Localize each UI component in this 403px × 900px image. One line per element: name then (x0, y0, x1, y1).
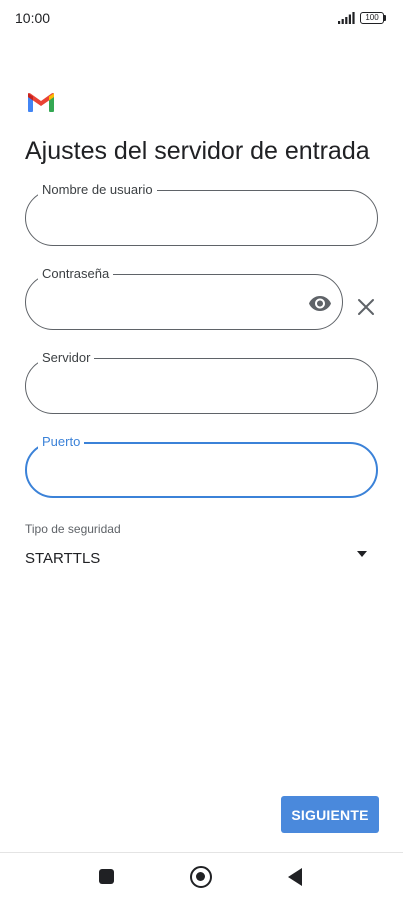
eye-icon[interactable] (308, 291, 332, 315)
username-label: Nombre de usuario (38, 182, 157, 197)
server-label: Servidor (38, 350, 95, 365)
next-button[interactable]: SIGUIENTE (281, 796, 379, 833)
username-input[interactable] (42, 207, 327, 231)
password-field[interactable]: Contraseña (25, 266, 343, 330)
navigation-bar (0, 852, 403, 900)
port-field[interactable]: Puerto (25, 434, 378, 498)
server-field[interactable]: Servidor (25, 350, 378, 414)
signal-icon (338, 12, 355, 24)
security-type-value: STARTTLS (25, 550, 101, 567)
home-icon[interactable] (190, 866, 212, 888)
password-input[interactable] (42, 291, 292, 315)
security-type-label: Tipo de seguridad (25, 522, 121, 536)
server-input[interactable] (42, 375, 327, 399)
gmail-logo-icon (28, 92, 54, 112)
security-type-dropdown[interactable]: STARTTLS (25, 545, 375, 573)
port-input[interactable] (43, 460, 326, 484)
recents-icon[interactable] (99, 869, 114, 884)
status-time: 10:00 (15, 10, 51, 26)
battery-icon: 100 (360, 12, 387, 24)
battery-level: 100 (360, 12, 384, 24)
close-icon[interactable] (356, 297, 376, 317)
port-label: Puerto (38, 434, 85, 449)
username-field[interactable]: Nombre de usuario (25, 182, 378, 246)
dropdown-arrow-icon (357, 551, 367, 557)
status-bar: 10:00 100 (0, 0, 403, 36)
back-icon[interactable] (288, 868, 302, 886)
password-label: Contraseña (38, 266, 114, 281)
page-title: Ajustes del servidor de entrada (25, 137, 370, 165)
